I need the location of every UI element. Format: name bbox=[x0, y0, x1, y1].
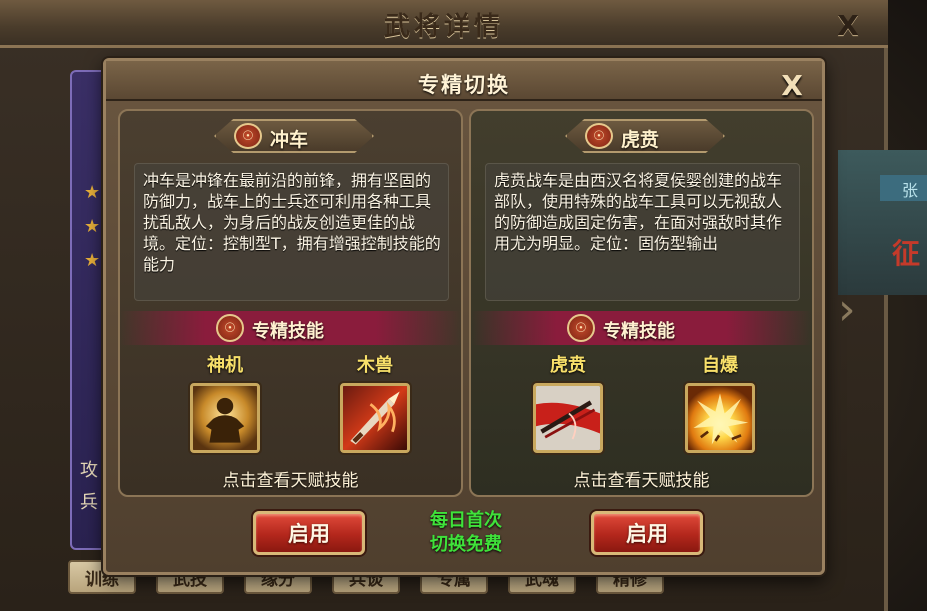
spec-emblem-icon: ☉ bbox=[585, 123, 613, 149]
modal-title: 专精切换 bbox=[418, 73, 510, 97]
free-switch-note: 每日首次 切换免费 bbox=[406, 509, 526, 557]
spec-name: 虎贲 bbox=[621, 129, 660, 151]
view-talent-skills-link[interactable]: 点击查看天赋技能 bbox=[120, 466, 461, 491]
spec-emblem-icon: ☉ bbox=[567, 314, 595, 342]
free-switch-note-line2: 切换免费 bbox=[430, 534, 502, 555]
flaming-sword-icon[interactable] bbox=[340, 383, 410, 453]
star-icon: ★ bbox=[84, 182, 101, 203]
view-talent-skills-link[interactable]: 点击查看天赋技能 bbox=[471, 466, 812, 491]
star-icon: ★ bbox=[84, 216, 101, 237]
spec-description: 虎贲战车是由西汉名将夏侯婴创建的战车部队，使用特殊的战车工具可以无视敌人的防御造… bbox=[494, 171, 783, 253]
enable-chongche-button[interactable]: 启用 bbox=[253, 511, 365, 555]
spec-card-huben: ☉ 虎贲 虎贲战车是由西汉名将夏侯婴创建的战车部队，使用特殊的战车工具可以无视敌… bbox=[469, 109, 814, 497]
spec-description-box: 冲车是冲锋在最前沿的前锋，拥有坚固的防御力，战车上的士兵还可利用各种工具扰乱敌人… bbox=[134, 163, 449, 301]
spec-name: 冲车 bbox=[270, 129, 309, 151]
crimson-slash-icon[interactable] bbox=[533, 383, 603, 453]
spec-card-chongche: ☉ 冲车 冲车是冲锋在最前沿的前锋，拥有坚固的防御力，战车上的士兵还可利用各种工… bbox=[118, 109, 463, 497]
hero-detail-title: 武将详情 bbox=[383, 12, 504, 42]
spec-emblem-icon: ☉ bbox=[216, 314, 244, 342]
skill-name: 自爆 bbox=[702, 355, 738, 376]
star-icon: ★ bbox=[84, 250, 101, 271]
spec-emblem-icon: ☉ bbox=[234, 123, 262, 149]
troop-label: 兵 bbox=[80, 492, 98, 513]
spec-description: 冲车是冲锋在最前沿的前锋，拥有坚固的防御力，战车上的士兵还可利用各种工具扰乱敌人… bbox=[143, 171, 441, 274]
hero-detail-close-button[interactable]: X bbox=[831, 8, 865, 42]
skill-name: 虎贲 bbox=[550, 355, 586, 376]
next-hero-panel bbox=[838, 150, 927, 295]
skill-name: 木兽 bbox=[357, 355, 393, 376]
enable-huben-button[interactable]: 启用 bbox=[591, 511, 703, 555]
spec-description-box: 虎贲战车是由西汉名将夏侯婴创建的战车部队，使用特殊的战车工具可以无视敌人的防御造… bbox=[485, 163, 800, 301]
next-arrow-icon[interactable]: › bbox=[838, 280, 868, 340]
attack-label: 攻 bbox=[80, 460, 98, 481]
golden-guardian-icon[interactable] bbox=[190, 383, 260, 453]
next-hero-name: 征 bbox=[892, 237, 921, 270]
explosion-icon[interactable] bbox=[685, 383, 755, 453]
spec-skills-label: 专精技能 bbox=[603, 321, 675, 342]
free-switch-note-line1: 每日首次 bbox=[430, 510, 502, 531]
spec-switch-modal: 专精切换 X ☉ 冲车 冲车是冲锋在最前沿的前锋，拥有坚固的防御力，战车上的士兵… bbox=[103, 58, 825, 575]
spec-skills-label: 专精技能 bbox=[252, 321, 324, 342]
modal-close-button[interactable]: X bbox=[774, 67, 810, 103]
next-hero-tab[interactable]: 张 bbox=[880, 175, 927, 201]
skill-name: 神机 bbox=[207, 355, 243, 376]
